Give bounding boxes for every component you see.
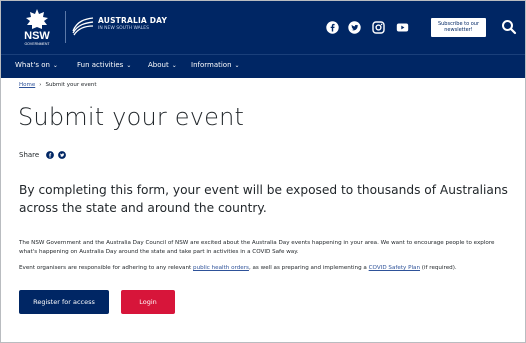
site-header: NSW GOVERNMENT AUSTRALIA DAY IN NEW SOUT…	[1, 1, 525, 54]
organiser-text-start: Event organisers are responsible for adh…	[19, 265, 194, 271]
nav-item-label: Fun activities	[77, 61, 124, 69]
nsw-sub: GOVERNMENT	[24, 42, 50, 46]
nsw-government-logo[interactable]: NSW GOVERNMENT	[15, 7, 59, 47]
chevron-down-icon: ⌄	[126, 62, 132, 69]
facebook-icon[interactable]	[326, 21, 339, 34]
facebook-share-icon[interactable]	[46, 151, 54, 159]
brand-subtitle: IN NEW SOUTH WALES	[98, 26, 149, 31]
subscribe-newsletter-button[interactable]: Subscribe to our newsletter!	[431, 18, 486, 37]
australia-day-logo[interactable]	[71, 15, 95, 37]
share-label: Share	[19, 151, 40, 159]
public-health-orders-link[interactable]: public health orders	[193, 265, 249, 271]
login-button[interactable]: Login	[121, 290, 175, 314]
nav-item-whats-on[interactable]: What's on ⌄	[15, 61, 58, 69]
youtube-icon[interactable]	[396, 21, 409, 34]
nav-item-about[interactable]: About ⌄	[148, 61, 177, 69]
breadcrumb: Home › Submit your event	[19, 82, 97, 88]
instagram-icon[interactable]	[372, 21, 385, 34]
brand-title: AUSTRALIA DAY	[98, 16, 168, 25]
subscribe-label-line2: newsletter!	[444, 27, 473, 33]
nav-item-label: Information	[191, 61, 232, 69]
twitter-share-icon[interactable]	[58, 151, 66, 159]
chevron-down-icon: ⌄	[52, 62, 58, 69]
breadcrumb-separator: ›	[39, 82, 42, 88]
chevron-down-icon: ⌄	[171, 62, 177, 69]
organiser-paragraph: Event organisers are responsible for adh…	[19, 264, 511, 273]
nav-item-label: About	[148, 61, 169, 69]
covid-safety-plan-link[interactable]: COVID Safety Plan	[369, 265, 420, 271]
chevron-down-icon: ⌄	[234, 62, 240, 69]
nav-item-fun-activities[interactable]: Fun activities ⌄	[77, 61, 131, 69]
organiser-text-mid: , as well as preparing and implementing …	[248, 265, 369, 271]
logo-divider	[65, 11, 66, 43]
organiser-text-end: (if required).	[420, 265, 457, 271]
lead-paragraph: By completing this form, your event will…	[19, 183, 508, 215]
intro-paragraph: The NSW Government and the Australia Day…	[19, 240, 495, 255]
search-icon[interactable]	[501, 19, 517, 35]
register-for-access-button[interactable]: Register for access	[19, 290, 109, 314]
page-title: Submit your event	[18, 103, 245, 131]
nav-item-information[interactable]: Information ⌄	[191, 61, 240, 69]
twitter-icon[interactable]	[348, 21, 361, 34]
nsw-wordmark: NSW	[24, 30, 50, 42]
breadcrumb-current: Submit your event	[45, 82, 97, 88]
breadcrumb-home-link[interactable]: Home	[19, 82, 35, 88]
main-navigation: What's on ⌄ Fun activities ⌄ About ⌄ Inform…	[1, 54, 525, 78]
nav-item-label: What's on	[15, 61, 50, 69]
page-frame: NSW GOVERNMENT AUSTRALIA DAY IN NEW SOUT…	[0, 0, 526, 343]
